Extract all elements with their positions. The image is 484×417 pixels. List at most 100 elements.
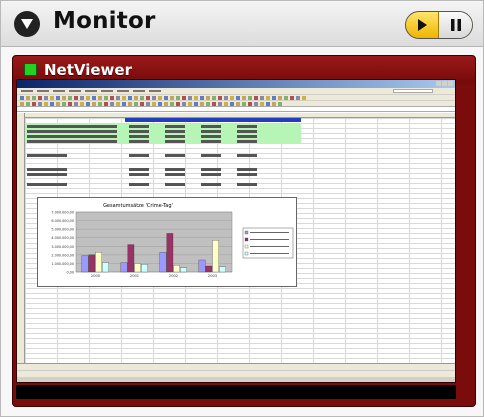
table-header-row xyxy=(125,118,301,122)
cell-value xyxy=(129,154,149,157)
cell-value xyxy=(165,135,185,138)
cell-value xyxy=(129,168,149,171)
x-tick-label: 2000 xyxy=(91,274,101,278)
toolbar-icon xyxy=(218,101,222,106)
toolbar-icon xyxy=(200,101,204,106)
play-icon xyxy=(418,19,427,31)
toolbar-icon xyxy=(230,101,234,106)
row-label xyxy=(27,173,67,176)
status-indicator xyxy=(24,63,37,76)
cell-value xyxy=(201,125,221,128)
monitor-title: Monitor xyxy=(53,8,156,34)
row-label xyxy=(27,130,117,133)
excel-formula-bar xyxy=(17,106,455,112)
toolbar-icon xyxy=(230,95,234,100)
cell-value xyxy=(165,173,185,176)
toolbar-icon xyxy=(254,101,258,106)
toolbar-icon xyxy=(98,95,102,100)
chart-bar xyxy=(198,259,206,273)
toolbar-icon xyxy=(140,95,144,100)
row-label xyxy=(27,168,67,171)
embedded-chart: Gesamtumsätze 'Crime-Tag' 0,00 1.000.000,0… xyxy=(37,197,297,287)
toolbar-icon xyxy=(146,101,150,106)
chart-bar xyxy=(173,264,180,273)
collapse-button[interactable] xyxy=(14,11,40,37)
toolbar-icon xyxy=(80,101,84,106)
cell-value xyxy=(201,140,221,143)
excel-statusbar xyxy=(17,377,455,382)
toolbar-icon xyxy=(242,101,246,106)
toolbar-icon xyxy=(134,101,138,106)
toolbar-icon xyxy=(218,95,222,100)
legend-swatch xyxy=(244,237,249,242)
chart-bar xyxy=(102,262,109,273)
excel-titlebar xyxy=(17,80,455,88)
toolbar-icon xyxy=(134,95,138,100)
toolbar-icon xyxy=(104,101,108,106)
y-tick-label: 0,00 xyxy=(66,271,74,275)
netviewer-bottom-bar xyxy=(16,385,456,399)
toolbar-icon xyxy=(86,95,90,100)
toolbar-icon xyxy=(20,95,24,100)
legend-swatch xyxy=(244,251,249,256)
toolbar-icon xyxy=(200,95,204,100)
toolbar-icon xyxy=(68,101,72,106)
toolbar-icon xyxy=(164,101,168,106)
cell-value xyxy=(201,154,221,157)
toolbar-icon xyxy=(122,101,126,106)
play-button[interactable] xyxy=(406,12,440,38)
table-row xyxy=(25,182,301,187)
cell-value xyxy=(129,173,149,176)
y-tick-label: 6.000.000,00 xyxy=(51,219,74,223)
toolbar-icon xyxy=(50,95,54,100)
toolbar-icon xyxy=(74,101,78,106)
cell-value xyxy=(201,183,221,186)
toolbar-icon xyxy=(104,95,108,100)
chart-bar xyxy=(134,263,141,273)
pause-button[interactable] xyxy=(439,12,472,38)
toolbar-icon xyxy=(248,95,252,100)
row-label xyxy=(27,135,117,138)
cell-value xyxy=(237,173,257,176)
excel-drawing-toolbar xyxy=(17,370,455,377)
cell-value xyxy=(165,140,185,143)
table-row xyxy=(25,172,301,177)
cell-value xyxy=(237,168,257,171)
toolbar-icon xyxy=(224,95,228,100)
toolbar-icon xyxy=(152,95,156,100)
excel-window-buttons xyxy=(436,81,453,86)
monitor-window: Monitor NetViewer Gesamtumsätze 'Crime-T… xyxy=(0,0,484,417)
toolbar-icon xyxy=(296,95,300,100)
toolbar-icon xyxy=(236,101,240,106)
cell-value xyxy=(129,125,149,128)
toolbar-icon xyxy=(266,101,270,106)
y-tick-label: 5.000.000,00 xyxy=(51,228,74,232)
toolbar-icon xyxy=(254,95,258,100)
cell-value xyxy=(165,183,185,186)
cell-value xyxy=(237,183,257,186)
remote-screen[interactable]: Gesamtumsätze 'Crime-Tag' 0,00 1.000.000,0… xyxy=(16,79,456,383)
toolbar-icon xyxy=(146,95,150,100)
row-label xyxy=(27,125,117,128)
monitor-header: Monitor xyxy=(1,1,483,47)
toolbar-icon xyxy=(26,101,30,106)
cell-value xyxy=(237,140,257,143)
chart-bar xyxy=(180,267,187,273)
toolbar-icon xyxy=(38,95,42,100)
toolbar-icon xyxy=(32,101,36,106)
chart-bar xyxy=(205,265,213,273)
cell-value xyxy=(165,154,185,157)
toolbar-icon xyxy=(92,95,96,100)
pause-icon xyxy=(450,19,461,31)
cell-value xyxy=(237,154,257,157)
chart-bar xyxy=(212,240,219,273)
cell-value xyxy=(165,130,185,133)
y-tick-label: 1.000.000,00 xyxy=(51,262,74,266)
chart-bar xyxy=(95,252,102,273)
toolbar-icon xyxy=(206,95,210,100)
toolbar-icon xyxy=(176,95,180,100)
chart-bar xyxy=(166,233,174,273)
toolbar-icon xyxy=(80,95,84,100)
toolbar-icon xyxy=(110,95,114,100)
cell-value xyxy=(165,125,185,128)
